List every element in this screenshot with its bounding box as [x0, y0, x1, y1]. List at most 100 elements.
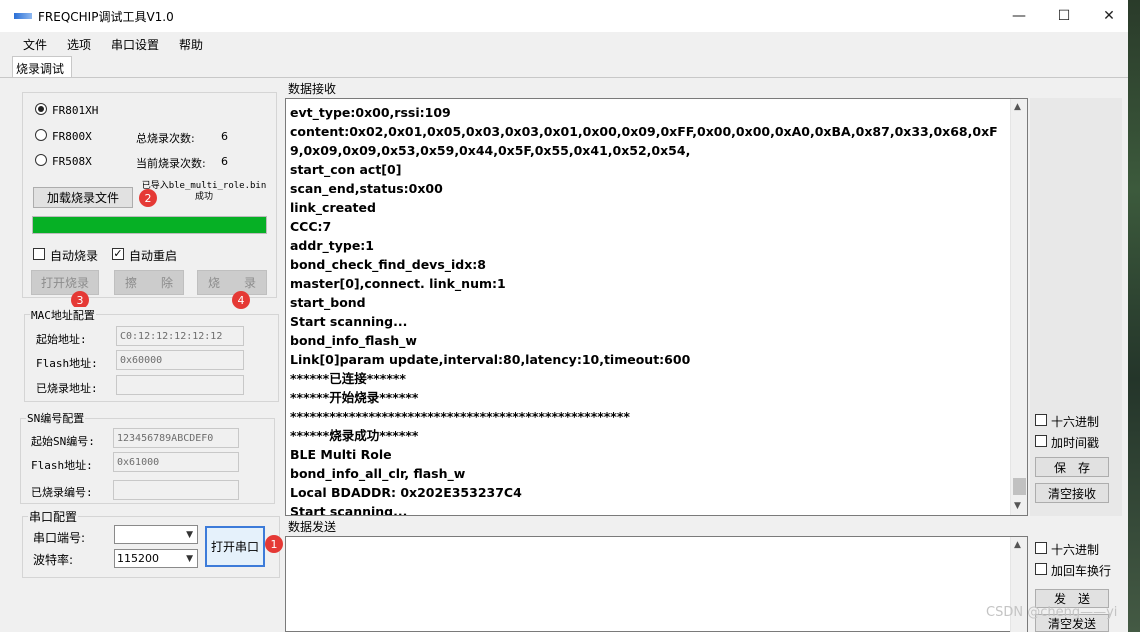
- burn-button[interactable]: 烧 录: [197, 270, 267, 295]
- chip-label-fr800x: FR800X: [52, 130, 92, 143]
- receive-log-line: ******已连接******: [290, 371, 406, 386]
- receive-log-line: content:0x02,0x01,0x05,0x03,0x03,0x01,0x…: [290, 124, 998, 158]
- send-hex-label: 十六进制: [1051, 543, 1100, 557]
- burn-progress-bar: [32, 216, 267, 234]
- receive-log-line: scan_end,status:0x00: [290, 181, 443, 196]
- receive-log-line: Start scanning...: [290, 314, 408, 329]
- receive-log-line: master[0],connect. link_num:1: [290, 276, 506, 291]
- auto-restart-checkbox[interactable]: ✓: [112, 248, 124, 260]
- window-title: FREQCHIP调试工具V1.0: [38, 10, 174, 24]
- menu-bar: 文件 选项 串口设置 帮助: [0, 32, 1140, 54]
- receive-log-line: start_bond: [290, 295, 366, 310]
- receive-log-line: ****************************************…: [290, 409, 630, 424]
- receive-options-panel: [1030, 98, 1122, 516]
- scroll-up-icon[interactable]: ▲: [1014, 540, 1021, 550]
- receive-log-line: link_created: [290, 200, 376, 215]
- receive-log-line: Link[0]param update,interval:80,latency:…: [290, 352, 691, 367]
- receive-scrollbar[interactable]: ▲ ▼: [1010, 99, 1027, 515]
- auto-burn-label: 自动烧录: [50, 249, 99, 263]
- chip-radio-fr800x[interactable]: [35, 129, 47, 141]
- receive-hex-label: 十六进制: [1051, 415, 1100, 429]
- timestamp-label: 加时间戳: [1051, 436, 1100, 450]
- serial-port-label: 串口端号:: [33, 531, 86, 545]
- receive-title: 数据接收: [288, 82, 337, 96]
- chip-radio-fr508x[interactable]: [35, 154, 47, 166]
- baud-rate-label: 波特率:: [33, 553, 74, 567]
- receive-log-line: Start scanning...: [290, 504, 408, 516]
- crlf-label: 加回车换行: [1051, 564, 1112, 578]
- tab-burn-debug[interactable]: 烧录调试: [12, 56, 72, 78]
- receive-log: evt_type:0x00,rssi:109 content:0x02,0x01,…: [290, 103, 1008, 516]
- chip-label-fr801xh: FR801XH: [52, 104, 99, 117]
- send-title: 数据发送: [288, 520, 337, 534]
- scroll-up-icon[interactable]: ▲: [1014, 102, 1021, 112]
- mac-flash-label: Flash地址:: [36, 357, 98, 370]
- receive-log-line: start_con act[0]: [290, 162, 402, 177]
- load-status-line1: 已导入ble_multi_role.bin: [141, 181, 267, 191]
- baud-rate-select[interactable]: 115200 ▼: [114, 549, 198, 568]
- sn-flash-field[interactable]: 0x61000: [113, 452, 239, 472]
- save-button[interactable]: 保 存: [1035, 457, 1109, 477]
- receive-textarea[interactable]: evt_type:0x00,rssi:109 content:0x02,0x01,…: [285, 98, 1028, 516]
- menu-file[interactable]: 文件: [23, 36, 47, 53]
- sn-burned-label: 已烧录编号:: [31, 486, 93, 499]
- serial-config-title: 串口配置: [28, 508, 79, 525]
- step-badge-4: 4: [232, 291, 250, 309]
- receive-log-line: bond_check_find_devs_idx:8: [290, 257, 487, 272]
- sn-start-label: 起始SN编号:: [31, 435, 95, 448]
- step-badge-1: 1: [265, 535, 283, 553]
- load-status-line2: 成功: [194, 192, 213, 202]
- receive-hex-checkbox[interactable]: [1035, 414, 1047, 426]
- receive-log-line: CCC:7: [290, 219, 332, 234]
- current-burn-label: 当前烧录次数:: [136, 157, 206, 170]
- receive-log-line: ******开始烧录******: [290, 390, 419, 405]
- receive-log-line: ******烧录成功******: [290, 428, 419, 443]
- mac-burned-field[interactable]: [116, 375, 244, 395]
- menu-help[interactable]: 帮助: [179, 36, 203, 53]
- chip-radio-fr801xh[interactable]: [35, 103, 47, 115]
- sn-flash-label: Flash地址:: [31, 459, 93, 472]
- mac-start-field[interactable]: C0:12:12:12:12:12: [116, 326, 244, 346]
- sn-start-field[interactable]: 123456789ABCDEF0: [113, 428, 239, 448]
- mac-start-label: 起始地址:: [36, 333, 87, 346]
- receive-log-line: addr_type:1: [290, 238, 374, 253]
- mac-burned-label: 已烧录地址:: [36, 382, 98, 395]
- receive-log-line: BLE Multi Role: [290, 447, 392, 462]
- sn-config-title: SN编号配置: [26, 410, 86, 426]
- menu-serial-settings[interactable]: 串口设置: [111, 36, 159, 53]
- menu-options[interactable]: 选项: [67, 36, 91, 53]
- timestamp-checkbox[interactable]: [1035, 435, 1047, 447]
- watermark: CSDN @cheng——yi: [986, 605, 1118, 620]
- chip-label-fr508x: FR508X: [52, 155, 92, 168]
- baud-rate-value: 115200: [117, 552, 159, 565]
- sn-burned-field[interactable]: [113, 480, 239, 500]
- send-textarea[interactable]: ▲: [285, 536, 1028, 632]
- close-icon[interactable]: ✕: [1086, 0, 1132, 32]
- minimize-icon[interactable]: —: [996, 0, 1042, 32]
- open-burn-button[interactable]: 打开烧录: [31, 270, 99, 295]
- maximize-icon[interactable]: ☐: [1041, 0, 1087, 32]
- serial-port-select[interactable]: ▼: [114, 525, 198, 544]
- receive-scroll-thumb[interactable]: [1013, 478, 1026, 495]
- mac-flash-field[interactable]: 0x60000: [116, 350, 244, 370]
- chevron-down-icon: ▼: [186, 530, 193, 540]
- background-window-edge: [1128, 0, 1140, 632]
- auto-burn-checkbox[interactable]: [33, 248, 45, 260]
- burn-progress-fill: [33, 217, 266, 233]
- load-burn-file-button[interactable]: 加载烧录文件: [33, 187, 133, 208]
- mac-config-title: MAC地址配置: [30, 307, 96, 323]
- auto-restart-label: 自动重启: [129, 249, 178, 263]
- chevron-down-icon: ▼: [186, 554, 193, 564]
- clear-receive-button[interactable]: 清空接收: [1035, 483, 1109, 503]
- current-burn-count: 6: [221, 155, 228, 168]
- crlf-checkbox[interactable]: [1035, 563, 1047, 575]
- total-burn-count: 6: [221, 130, 228, 143]
- total-burn-label: 总烧录次数:: [136, 132, 195, 145]
- open-serial-button[interactable]: 打开串口: [205, 526, 265, 567]
- load-status: 已导入ble_multi_role.bin 成功: [139, 181, 269, 203]
- tab-divider: [0, 77, 1140, 78]
- app-icon: [14, 13, 32, 19]
- send-hex-checkbox[interactable]: [1035, 542, 1047, 554]
- erase-button[interactable]: 擦 除: [114, 270, 184, 295]
- scroll-down-icon[interactable]: ▼: [1014, 501, 1021, 511]
